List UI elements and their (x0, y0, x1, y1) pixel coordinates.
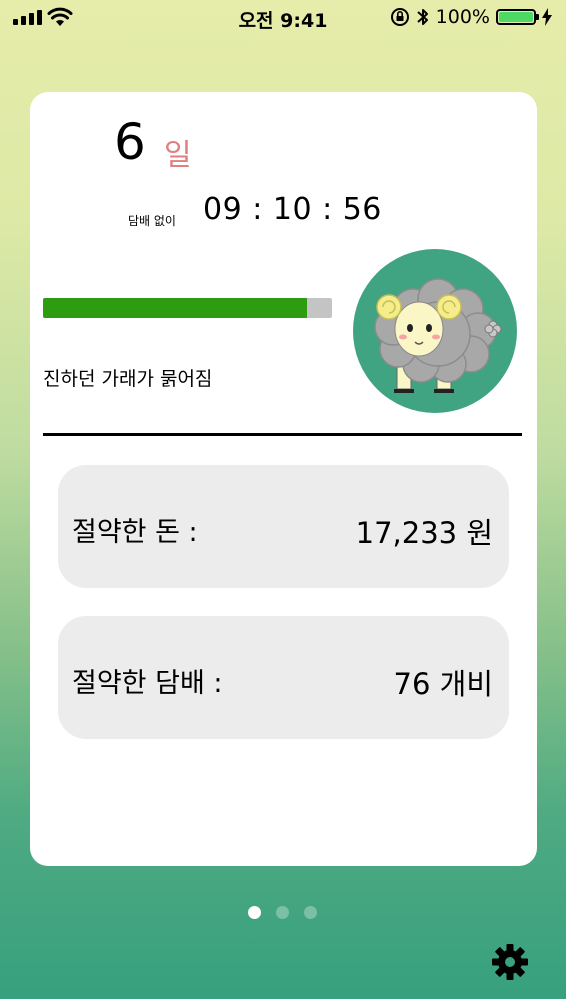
gear-icon[interactable] (491, 943, 529, 981)
money-saved-value: 17,233 원 (355, 516, 493, 550)
cigarettes-saved-box: 절약한 담배 : 76 개비 (58, 616, 509, 739)
page-indicator[interactable] (248, 906, 317, 919)
section-divider (43, 433, 522, 436)
status-bar: 오전 9:41 100% (0, 0, 566, 38)
charging-icon (542, 8, 552, 26)
battery-percent: 100% (435, 6, 490, 28)
orientation-lock-icon (390, 8, 409, 26)
sheep-icon (374, 278, 502, 393)
cigarettes-saved-label: 절약한 담배 : (72, 668, 223, 699)
cigarettes-saved-value: 76 개비 (393, 667, 493, 701)
bluetooth-icon (417, 9, 428, 25)
without-smoking-label: 담배 없이 (128, 214, 176, 228)
money-saved-box: 절약한 돈 : 17,233 원 (58, 465, 509, 588)
battery-icon (496, 9, 539, 25)
days-count: 6 (114, 113, 146, 171)
page-dot-3[interactable] (304, 906, 317, 919)
page-dot-1[interactable] (248, 906, 261, 919)
money-saved-label: 절약한 돈 : (72, 517, 198, 548)
health-status-message: 진하던 가래가 묽어짐 (43, 368, 213, 390)
quit-summary-card: 6 일 담배 없이 09 : 10 : 56 진하던 가래가 묽어짐 절약한 돈… (30, 92, 537, 866)
health-progress-fill (43, 298, 308, 318)
health-progress-bar (43, 298, 332, 318)
days-unit: 일 (164, 138, 192, 173)
elapsed-timer: 09 : 10 : 56 (203, 192, 382, 227)
page-dot-2[interactable] (276, 906, 289, 919)
sheep-avatar[interactable] (353, 249, 517, 413)
